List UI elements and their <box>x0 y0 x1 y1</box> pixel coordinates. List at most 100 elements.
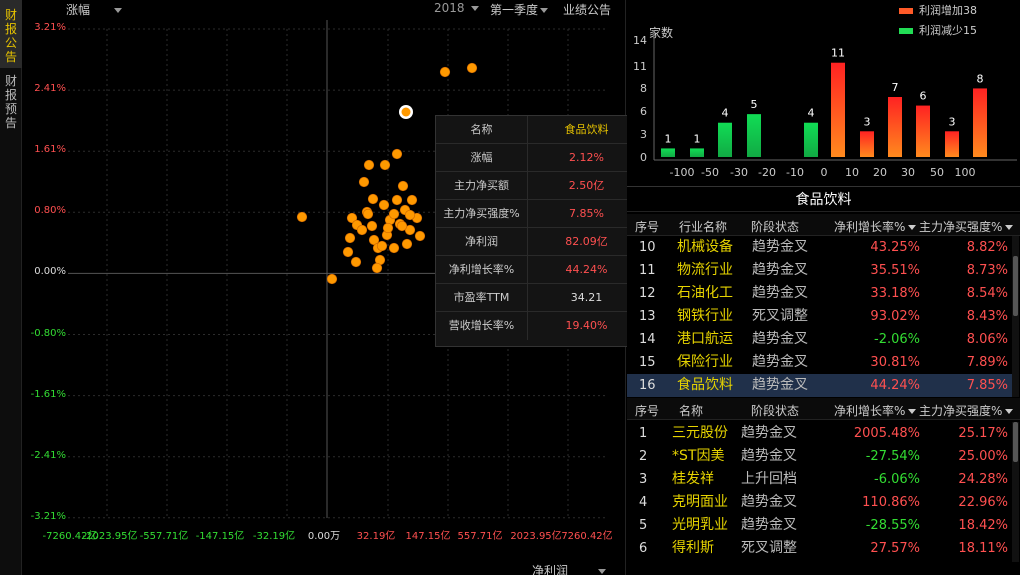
row-index: 13 <box>639 309 656 324</box>
row-name: 物流行业 <box>677 262 733 278</box>
tab-char: 报 <box>4 88 17 102</box>
stock-scrollbar[interactable] <box>1012 422 1019 562</box>
row-growth: -6.06% <box>874 472 920 487</box>
bar-value-label: 3 <box>864 115 871 128</box>
column-header[interactable]: 主力净买强度% <box>919 218 1013 235</box>
x-metric-select[interactable]: 净利润 <box>532 562 607 575</box>
column-header[interactable]: 行业名称 <box>679 218 727 235</box>
y-axis-title: 家数 <box>649 25 673 40</box>
column-header[interactable]: 序号 <box>635 218 659 235</box>
column-header[interactable]: 序号 <box>635 402 659 419</box>
vertical-tab-bar: 财报公告 财报预告 <box>0 0 22 575</box>
x-tick-label: 32.19亿 <box>356 531 396 542</box>
table-row[interactable]: 2 *ST因美 趋势金叉 -27.54% 25.00% <box>627 445 1012 468</box>
scatter-point <box>439 66 451 78</box>
tooltip-row: 净利润 82.09亿 <box>436 228 645 256</box>
row-name: 石油化工 <box>677 285 733 301</box>
column-header[interactable]: 阶段状态 <box>751 402 799 419</box>
table-row[interactable]: 16 食品饮料 趋势金叉 44.24% 7.85% <box>627 374 1012 397</box>
column-header[interactable]: 阶段状态 <box>751 218 799 235</box>
y-tick-label: 0.80% <box>34 205 66 217</box>
row-index: 12 <box>639 286 656 301</box>
table-row[interactable]: 4 克明面业 趋势金叉 110.86% 22.96% <box>627 491 1012 514</box>
scatter-point <box>366 220 378 232</box>
row-growth: 35.51% <box>870 263 920 278</box>
scrollbar-thumb[interactable] <box>1013 422 1018 462</box>
industry-scrollbar[interactable] <box>1012 236 1019 397</box>
bar-x-tick: 100 <box>955 166 976 179</box>
tab-char: 预 <box>4 102 17 116</box>
bar-x-tick: -20 <box>758 166 776 179</box>
row-index: 4 <box>639 495 648 510</box>
row-name: 机械设备 <box>677 239 733 255</box>
table-row[interactable]: 11 物流行业 趋势金叉 35.51% 8.73% <box>627 259 1012 282</box>
bar-value-label: 1 <box>665 132 672 145</box>
column-header[interactable]: 净利增长率% <box>834 402 916 419</box>
scatter-point <box>342 246 354 258</box>
scatter-point <box>344 232 356 244</box>
bar-value-label: 7 <box>892 81 899 94</box>
tooltip-key: 营收增长率% <box>436 312 528 340</box>
tab-char: 财 <box>4 8 17 22</box>
legend-item-decrease: 利润减少15 <box>899 24 977 44</box>
tab-earnings-forecast[interactable]: 财报预告 <box>0 68 22 136</box>
column-header[interactable]: 主力净买强度% <box>919 402 1013 419</box>
table-row[interactable]: 3 桂发祥 上升回档 -6.06% 24.28% <box>627 468 1012 491</box>
x-tick-label: 147.15亿 <box>405 531 451 542</box>
table-row[interactable]: 6 得利斯 死叉调整 27.57% 18.11% <box>627 537 1012 560</box>
column-header[interactable]: 净利增长率% <box>834 218 916 235</box>
table-row[interactable]: 12 石油化工 趋势金叉 33.18% 8.54% <box>627 282 1012 305</box>
row-strength: 7.89% <box>966 355 1008 370</box>
table-row[interactable]: 5 光明乳业 趋势金叉 -28.55% 18.42% <box>627 514 1012 537</box>
scatter-point <box>466 62 478 74</box>
bar-y-tick: 11 <box>633 60 647 73</box>
y-tick-label: -2.41% <box>30 449 66 461</box>
industry-section-title: 食品饮料 <box>627 186 1020 212</box>
scatter-point <box>391 194 403 206</box>
app-root: 财报公告 财报预告 涨幅 2018 第一季度 业绩公告 3.21% 2.41% 1.… <box>0 0 1020 575</box>
row-index: 14 <box>639 332 656 347</box>
chevron-down-icon <box>598 569 607 574</box>
bar-y-tick: 0 <box>640 151 647 164</box>
row-stage: 趋势金叉 <box>752 285 808 301</box>
scatter-point <box>367 193 379 205</box>
tooltip-key: 市盈率TTM <box>436 284 528 311</box>
row-strength: 22.96% <box>958 495 1008 510</box>
row-strength: 8.73% <box>966 263 1008 278</box>
bar-value-label: 4 <box>808 107 815 120</box>
bar-value-label: 6 <box>920 90 927 103</box>
row-growth: -27.54% <box>865 449 920 464</box>
bar-x-tick: 30 <box>901 166 915 179</box>
row-stage: 趋势金叉 <box>752 239 808 255</box>
row-name: 克明面业 <box>672 494 728 510</box>
table-row[interactable]: 15 保险行业 趋势金叉 30.81% 7.89% <box>627 351 1012 374</box>
profit-distribution-chart: 家数 14 11 8 6 3 0 1 1 4 5 4 11 3 7 6 3 8 -100 -50 -30 -20 -10 0 1… <box>627 0 1020 183</box>
scatter-point <box>388 208 400 220</box>
bar-x-tick: -50 <box>701 166 719 179</box>
table-row[interactable]: 1 三元股份 趋势金叉 2005.48% 25.17% <box>627 422 1012 445</box>
row-strength: 8.06% <box>966 332 1008 347</box>
row-stage: 趋势金叉 <box>752 354 808 370</box>
tab-financial-report[interactable]: 财报公告 <box>0 0 22 68</box>
row-stage: 死叉调整 <box>752 308 808 324</box>
bar-x-tick: 10 <box>845 166 859 179</box>
bar-x-tick: 20 <box>873 166 887 179</box>
scrollbar-thumb[interactable] <box>1013 256 1018 316</box>
column-header[interactable]: 名称 <box>679 402 703 419</box>
row-name: 港口航运 <box>677 331 733 347</box>
bar-down <box>690 148 704 157</box>
tooltip-row: 净利增长率% 44.24% <box>436 256 645 284</box>
tooltip-row: 涨幅 2.12% <box>436 144 645 172</box>
table-row[interactable]: 14 港口航运 趋势金叉 -2.06% 8.06% <box>627 328 1012 351</box>
row-growth: 44.24% <box>870 378 920 393</box>
row-strength: 18.11% <box>958 541 1008 556</box>
row-name: 光明乳业 <box>672 517 728 533</box>
row-stage: 趋势金叉 <box>741 425 797 441</box>
tab-char: 告 <box>4 116 17 130</box>
bar-up <box>945 131 959 157</box>
table-row[interactable]: 13 钢铁行业 死叉调整 93.02% 8.43% <box>627 305 1012 328</box>
bar-down <box>747 114 761 157</box>
legend-item-increase: 利润增加38 <box>899 4 977 24</box>
row-strength: 8.82% <box>966 240 1008 255</box>
table-row[interactable]: 10 机械设备 趋势金叉 43.25% 8.82% <box>627 236 1012 259</box>
